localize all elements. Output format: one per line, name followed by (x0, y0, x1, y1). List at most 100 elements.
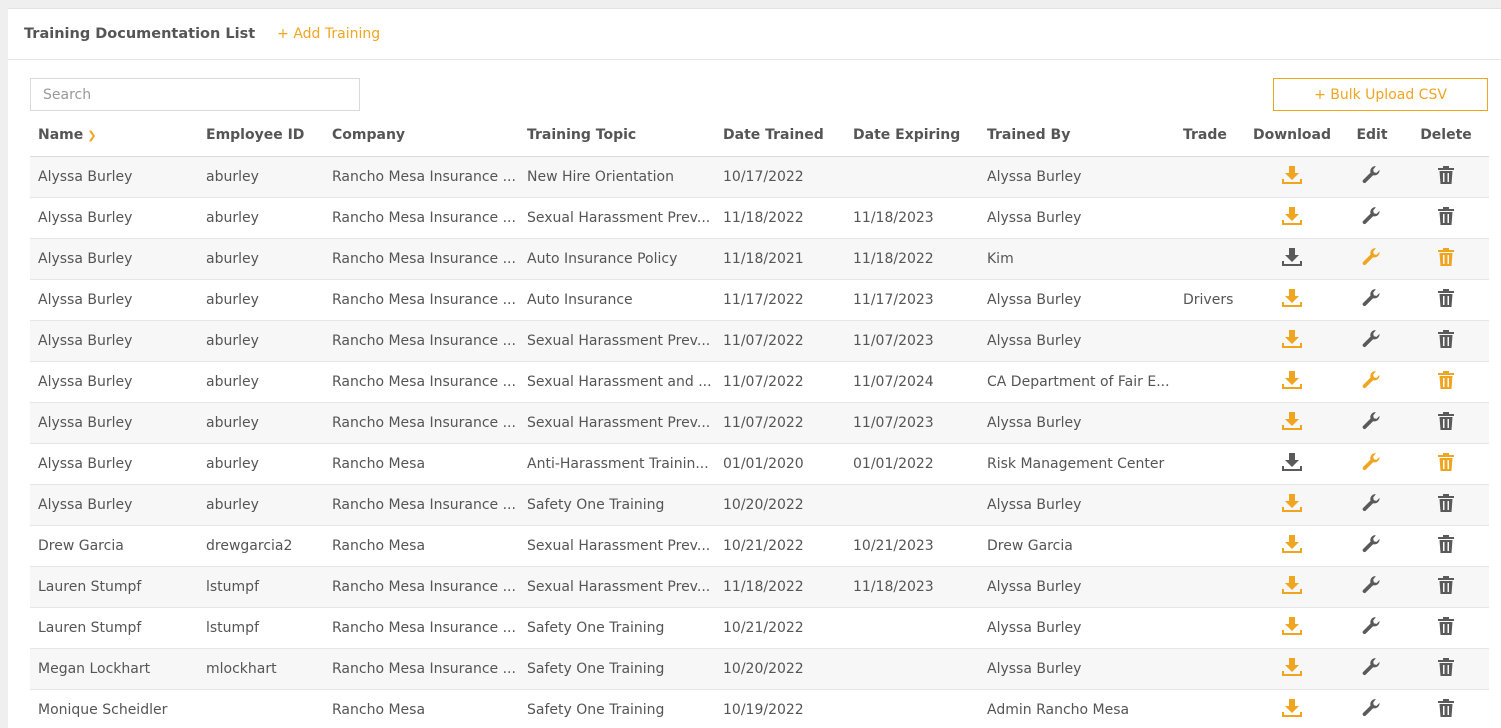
search-input[interactable] (30, 78, 360, 111)
download-icon[interactable] (1282, 371, 1302, 393)
cell-delete (1403, 608, 1489, 649)
column-header-date-trained[interactable]: Date Trained (715, 114, 845, 157)
cell-date-trained: 10/20/2022 (715, 649, 845, 690)
wrench-icon[interactable] (1362, 616, 1382, 640)
cell-delete (1403, 567, 1489, 608)
cell-trained-by: Drew Garcia (979, 526, 1175, 567)
add-training-link[interactable]: + Add Training (277, 26, 380, 42)
download-icon[interactable] (1282, 535, 1302, 557)
download-icon[interactable] (1282, 617, 1302, 639)
wrench-icon[interactable] (1362, 329, 1382, 353)
trash-icon[interactable] (1438, 535, 1454, 557)
wrench-icon[interactable] (1362, 370, 1382, 394)
trash-icon[interactable] (1438, 289, 1454, 311)
cell-edit (1341, 567, 1403, 608)
cell-name: Alyssa Burley (30, 444, 198, 485)
trash-icon[interactable] (1438, 412, 1454, 434)
cell-company: Rancho Mesa Insurance ... (324, 485, 519, 526)
cell-training-topic: Sexual Harassment Prev... (519, 198, 715, 239)
trash-icon[interactable] (1438, 207, 1454, 229)
column-header-label: Name (38, 127, 83, 143)
bulk-upload-csv-button[interactable]: + Bulk Upload CSV (1273, 78, 1488, 111)
cell-name: Alyssa Burley (30, 321, 198, 362)
trash-icon[interactable] (1438, 330, 1454, 352)
trash-icon[interactable] (1438, 371, 1454, 393)
trash-icon[interactable] (1438, 494, 1454, 516)
wrench-icon[interactable] (1362, 493, 1382, 517)
download-icon[interactable] (1282, 576, 1302, 598)
cell-training-topic: Safety One Training (519, 608, 715, 649)
wrench-icon[interactable] (1362, 657, 1382, 681)
cell-trained-by: Risk Management Center (979, 444, 1175, 485)
wrench-icon[interactable] (1362, 247, 1382, 271)
wrench-icon[interactable] (1362, 288, 1382, 312)
panel-header: Training Documentation List + Add Traini… (8, 9, 1501, 60)
cell-download (1243, 198, 1341, 239)
wrench-icon[interactable] (1362, 575, 1382, 599)
cell-name: Alyssa Burley (30, 157, 198, 198)
cell-trained-by: CA Department of Fair E... (979, 362, 1175, 403)
column-header-employee-id[interactable]: Employee ID (198, 114, 324, 157)
cell-edit (1341, 485, 1403, 526)
cell-name: Alyssa Burley (30, 239, 198, 280)
cell-delete (1403, 403, 1489, 444)
cell-edit (1341, 526, 1403, 567)
trash-icon[interactable] (1438, 453, 1454, 475)
cell-employee-id: lstumpf (198, 608, 324, 649)
table-row: Lauren StumpflstumpfRancho Mesa Insuranc… (30, 608, 1489, 649)
wrench-icon[interactable] (1362, 534, 1382, 558)
trash-icon[interactable] (1438, 166, 1454, 188)
download-icon[interactable] (1282, 166, 1302, 188)
cell-employee-id: mlockhart (198, 649, 324, 690)
wrench-icon[interactable] (1362, 452, 1382, 476)
cell-employee-id (198, 690, 324, 728)
wrench-icon[interactable] (1362, 411, 1382, 435)
cell-download (1243, 403, 1341, 444)
cell-delete (1403, 485, 1489, 526)
table-row: Alyssa BurleyaburleyRancho Mesa Insuranc… (30, 403, 1489, 444)
column-header-training-topic[interactable]: Training Topic (519, 114, 715, 157)
column-header-trade[interactable]: Trade (1175, 114, 1243, 157)
download-icon[interactable] (1282, 699, 1302, 721)
cell-date-trained: 11/18/2022 (715, 567, 845, 608)
cell-date-expiring: 11/18/2023 (845, 198, 979, 239)
trash-icon[interactable] (1438, 576, 1454, 598)
wrench-icon[interactable] (1362, 698, 1382, 722)
column-header-date-expiring[interactable]: Date Expiring (845, 114, 979, 157)
cell-name: Lauren Stumpf (30, 567, 198, 608)
download-icon[interactable] (1282, 412, 1302, 434)
cell-employee-id: aburley (198, 321, 324, 362)
cell-trained-by: Alyssa Burley (979, 567, 1175, 608)
cell-download (1243, 239, 1341, 280)
cell-company: Rancho Mesa (324, 444, 519, 485)
table-row: Alyssa BurleyaburleyRancho Mesa Insuranc… (30, 485, 1489, 526)
download-icon[interactable] (1282, 207, 1302, 229)
cell-trained-by: Alyssa Burley (979, 321, 1175, 362)
trash-icon[interactable] (1438, 617, 1454, 639)
cell-name: Alyssa Burley (30, 280, 198, 321)
column-header-trained-by[interactable]: Trained By (979, 114, 1175, 157)
cell-date-trained: 11/07/2022 (715, 321, 845, 362)
cell-training-topic: Sexual Harassment Prev... (519, 567, 715, 608)
trash-icon[interactable] (1438, 699, 1454, 721)
download-icon[interactable] (1282, 248, 1302, 270)
cell-trained-by: Alyssa Burley (979, 649, 1175, 690)
column-header-name[interactable]: Name❯ (30, 114, 198, 157)
cell-company: Rancho Mesa Insurance ... (324, 321, 519, 362)
trash-icon[interactable] (1438, 658, 1454, 680)
download-icon[interactable] (1282, 330, 1302, 352)
cell-edit (1341, 444, 1403, 485)
download-icon[interactable] (1282, 658, 1302, 680)
cell-edit (1341, 239, 1403, 280)
column-header-company[interactable]: Company (324, 114, 519, 157)
download-icon[interactable] (1282, 289, 1302, 311)
trash-icon[interactable] (1438, 248, 1454, 270)
cell-training-topic: Auto Insurance (519, 280, 715, 321)
wrench-icon[interactable] (1362, 165, 1382, 189)
download-icon[interactable] (1282, 453, 1302, 475)
wrench-icon[interactable] (1362, 206, 1382, 230)
cell-date-trained: 01/01/2020 (715, 444, 845, 485)
cell-company: Rancho Mesa Insurance ... (324, 567, 519, 608)
download-icon[interactable] (1282, 494, 1302, 516)
cell-name: Drew Garcia (30, 526, 198, 567)
